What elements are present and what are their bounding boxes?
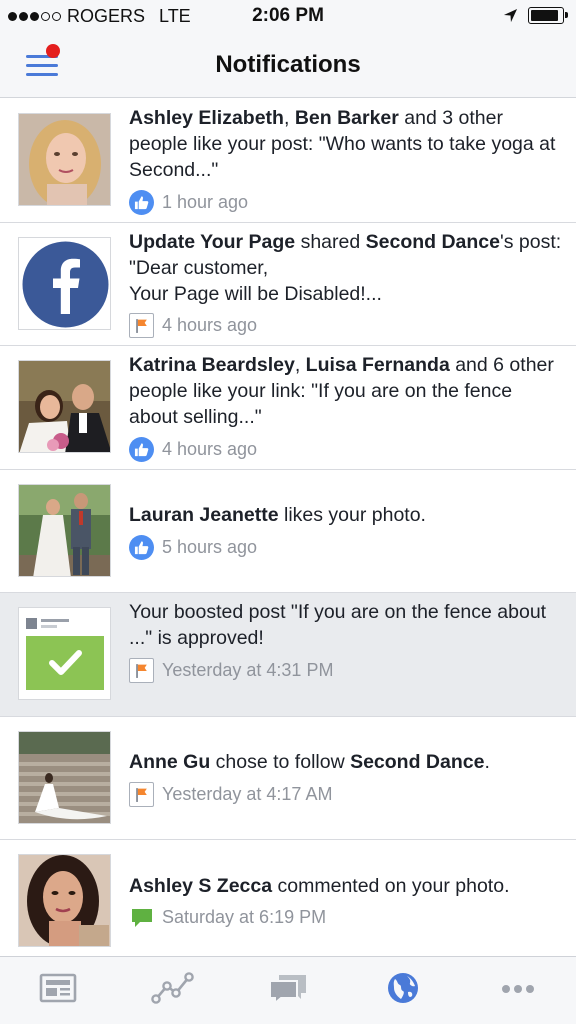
like-icon (129, 189, 154, 215)
more-icon (500, 982, 536, 1000)
tab-news-feed[interactable] (0, 957, 115, 1024)
notification-time: 1 hour ago (162, 191, 249, 212)
page-flag-icon (129, 657, 154, 683)
notification-content: Lauran Jeanette likes your photo. 5 hour… (129, 470, 566, 594)
notification-actor: Ashley Elizabeth (129, 107, 284, 129)
notification-meta: Yesterday at 4:31 PM (129, 657, 566, 683)
notification-message: , (294, 354, 306, 376)
notification-actor: Ashley S Zecca (129, 874, 273, 897)
notification-list: Ashley Elizabeth, Ben Barker and 3 other… (0, 99, 576, 964)
notification-message: commented on your photo. (272, 874, 510, 897)
status-time: 2:06 PM (252, 5, 324, 26)
comment-icon (129, 905, 154, 930)
notification-row[interactable]: Ashley S Zecca commented on your photo. … (0, 840, 576, 964)
tab-notifications-globe[interactable] (346, 957, 461, 1024)
page-title: Notifications (215, 51, 361, 78)
news-feed-icon (39, 972, 77, 1009)
tab-insights[interactable] (115, 957, 230, 1024)
notification-actor: Katrina Beardsley (129, 354, 295, 376)
notification-content: Anne Gu chose to follow Second Dance. Ye… (129, 717, 566, 841)
tab-messages[interactable] (230, 957, 345, 1024)
notification-text: Anne Gu chose to follow Second Dance. (129, 749, 566, 775)
notification-row[interactable]: Anne Gu chose to follow Second Dance. Ye… (0, 716, 576, 841)
notification-actor: Ben Barker (294, 107, 399, 129)
notification-row[interactable]: Your boosted post "If you are on the fen… (0, 593, 576, 717)
notification-time: Yesterday at 4:17 AM (162, 783, 333, 804)
notification-text: Ashley S Zecca commented on your photo. (129, 873, 566, 899)
notification-message: shared (295, 230, 366, 253)
notification-meta: 1 hour ago (129, 189, 566, 215)
like-icon (129, 436, 154, 462)
notification-content: Your boosted post "If you are on the fen… (129, 599, 566, 683)
notification-text: Lauran Jeanette likes your photo. (129, 502, 566, 528)
messages-icon (267, 971, 309, 1010)
notification-text: Ashley Elizabeth, Ben Barker and 3 other… (129, 105, 566, 183)
location-arrow-icon (503, 8, 518, 23)
battery-icon (528, 7, 568, 24)
notifications-globe-icon (386, 971, 420, 1010)
notification-content: Katrina Beardsley, Luisa Fernanda and 6 … (129, 352, 566, 462)
page-flag-icon (129, 313, 154, 338)
notification-thumbnail (18, 113, 111, 206)
battery-level (531, 10, 558, 21)
notification-meta: 4 hours ago (129, 436, 566, 462)
notification-time: 4 hours ago (162, 315, 258, 335)
notification-content: Ashley Elizabeth, Ben Barker and 3 other… (129, 105, 566, 215)
navigation-bar: Notifications (0, 32, 576, 98)
notification-text: Katrina Beardsley, Luisa Fernanda and 6 … (129, 352, 566, 430)
notification-actor: Second Dance (350, 751, 485, 774)
status-right (503, 7, 568, 24)
notification-actor: Anne Gu (129, 751, 211, 774)
notification-actor: Luisa Fernanda (305, 354, 450, 376)
notification-time: 5 hours ago (162, 536, 258, 557)
insights-icon (150, 972, 195, 1009)
notification-content: Update Your Page shared Second Dance's p… (129, 229, 566, 339)
notification-row[interactable]: Katrina Beardsley, Luisa Fernanda and 6 … (0, 346, 576, 470)
notification-message: Your boosted post "If you are on the fen… (129, 601, 547, 649)
notification-actor: Update Your Page (129, 230, 296, 253)
notification-message: . (484, 751, 490, 774)
notification-thumbnail (18, 730, 111, 824)
notification-actor: Second Dance (365, 230, 501, 253)
notification-thumbnail (18, 360, 111, 453)
like-icon (129, 534, 154, 560)
notification-meta: 5 hours ago (129, 534, 566, 560)
notification-message: likes your photo. (278, 504, 426, 527)
notification-row[interactable]: Lauran Jeanette likes your photo. 5 hour… (0, 469, 576, 594)
notification-thumbnail (18, 854, 111, 947)
notification-message: , (283, 107, 295, 129)
status-bar: ROGERS LTE 2:06 PM (0, 0, 576, 32)
notification-meta: Yesterday at 4:17 AM (129, 781, 566, 807)
notification-message: chose to follow (210, 751, 351, 774)
notification-thumbnail (18, 607, 111, 700)
notification-time: 4 hours ago (162, 438, 258, 459)
notification-row[interactable]: Ashley Elizabeth, Ben Barker and 3 other… (0, 99, 576, 223)
notification-text: Your boosted post "If you are on the fen… (129, 599, 566, 651)
notification-meta: 4 hours ago (129, 313, 566, 339)
notification-time: Yesterday at 4:31 PM (162, 659, 334, 680)
notification-content: Ashley S Zecca commented on your photo. … (129, 840, 566, 964)
tab-more[interactable] (461, 957, 576, 1024)
notification-thumbnail (18, 483, 111, 577)
tab-bar (0, 956, 576, 1024)
notification-actor: Lauran Jeanette (129, 504, 279, 527)
notification-meta: Saturday at 6:19 PM (129, 905, 566, 931)
notification-text: Update Your Page shared Second Dance's p… (129, 229, 566, 307)
page-flag-icon (129, 781, 154, 807)
notification-time: Saturday at 6:19 PM (162, 907, 327, 928)
facebook-logo-icon (18, 236, 111, 330)
notification-row[interactable]: Update Your Page shared Second Dance's p… (0, 222, 576, 346)
